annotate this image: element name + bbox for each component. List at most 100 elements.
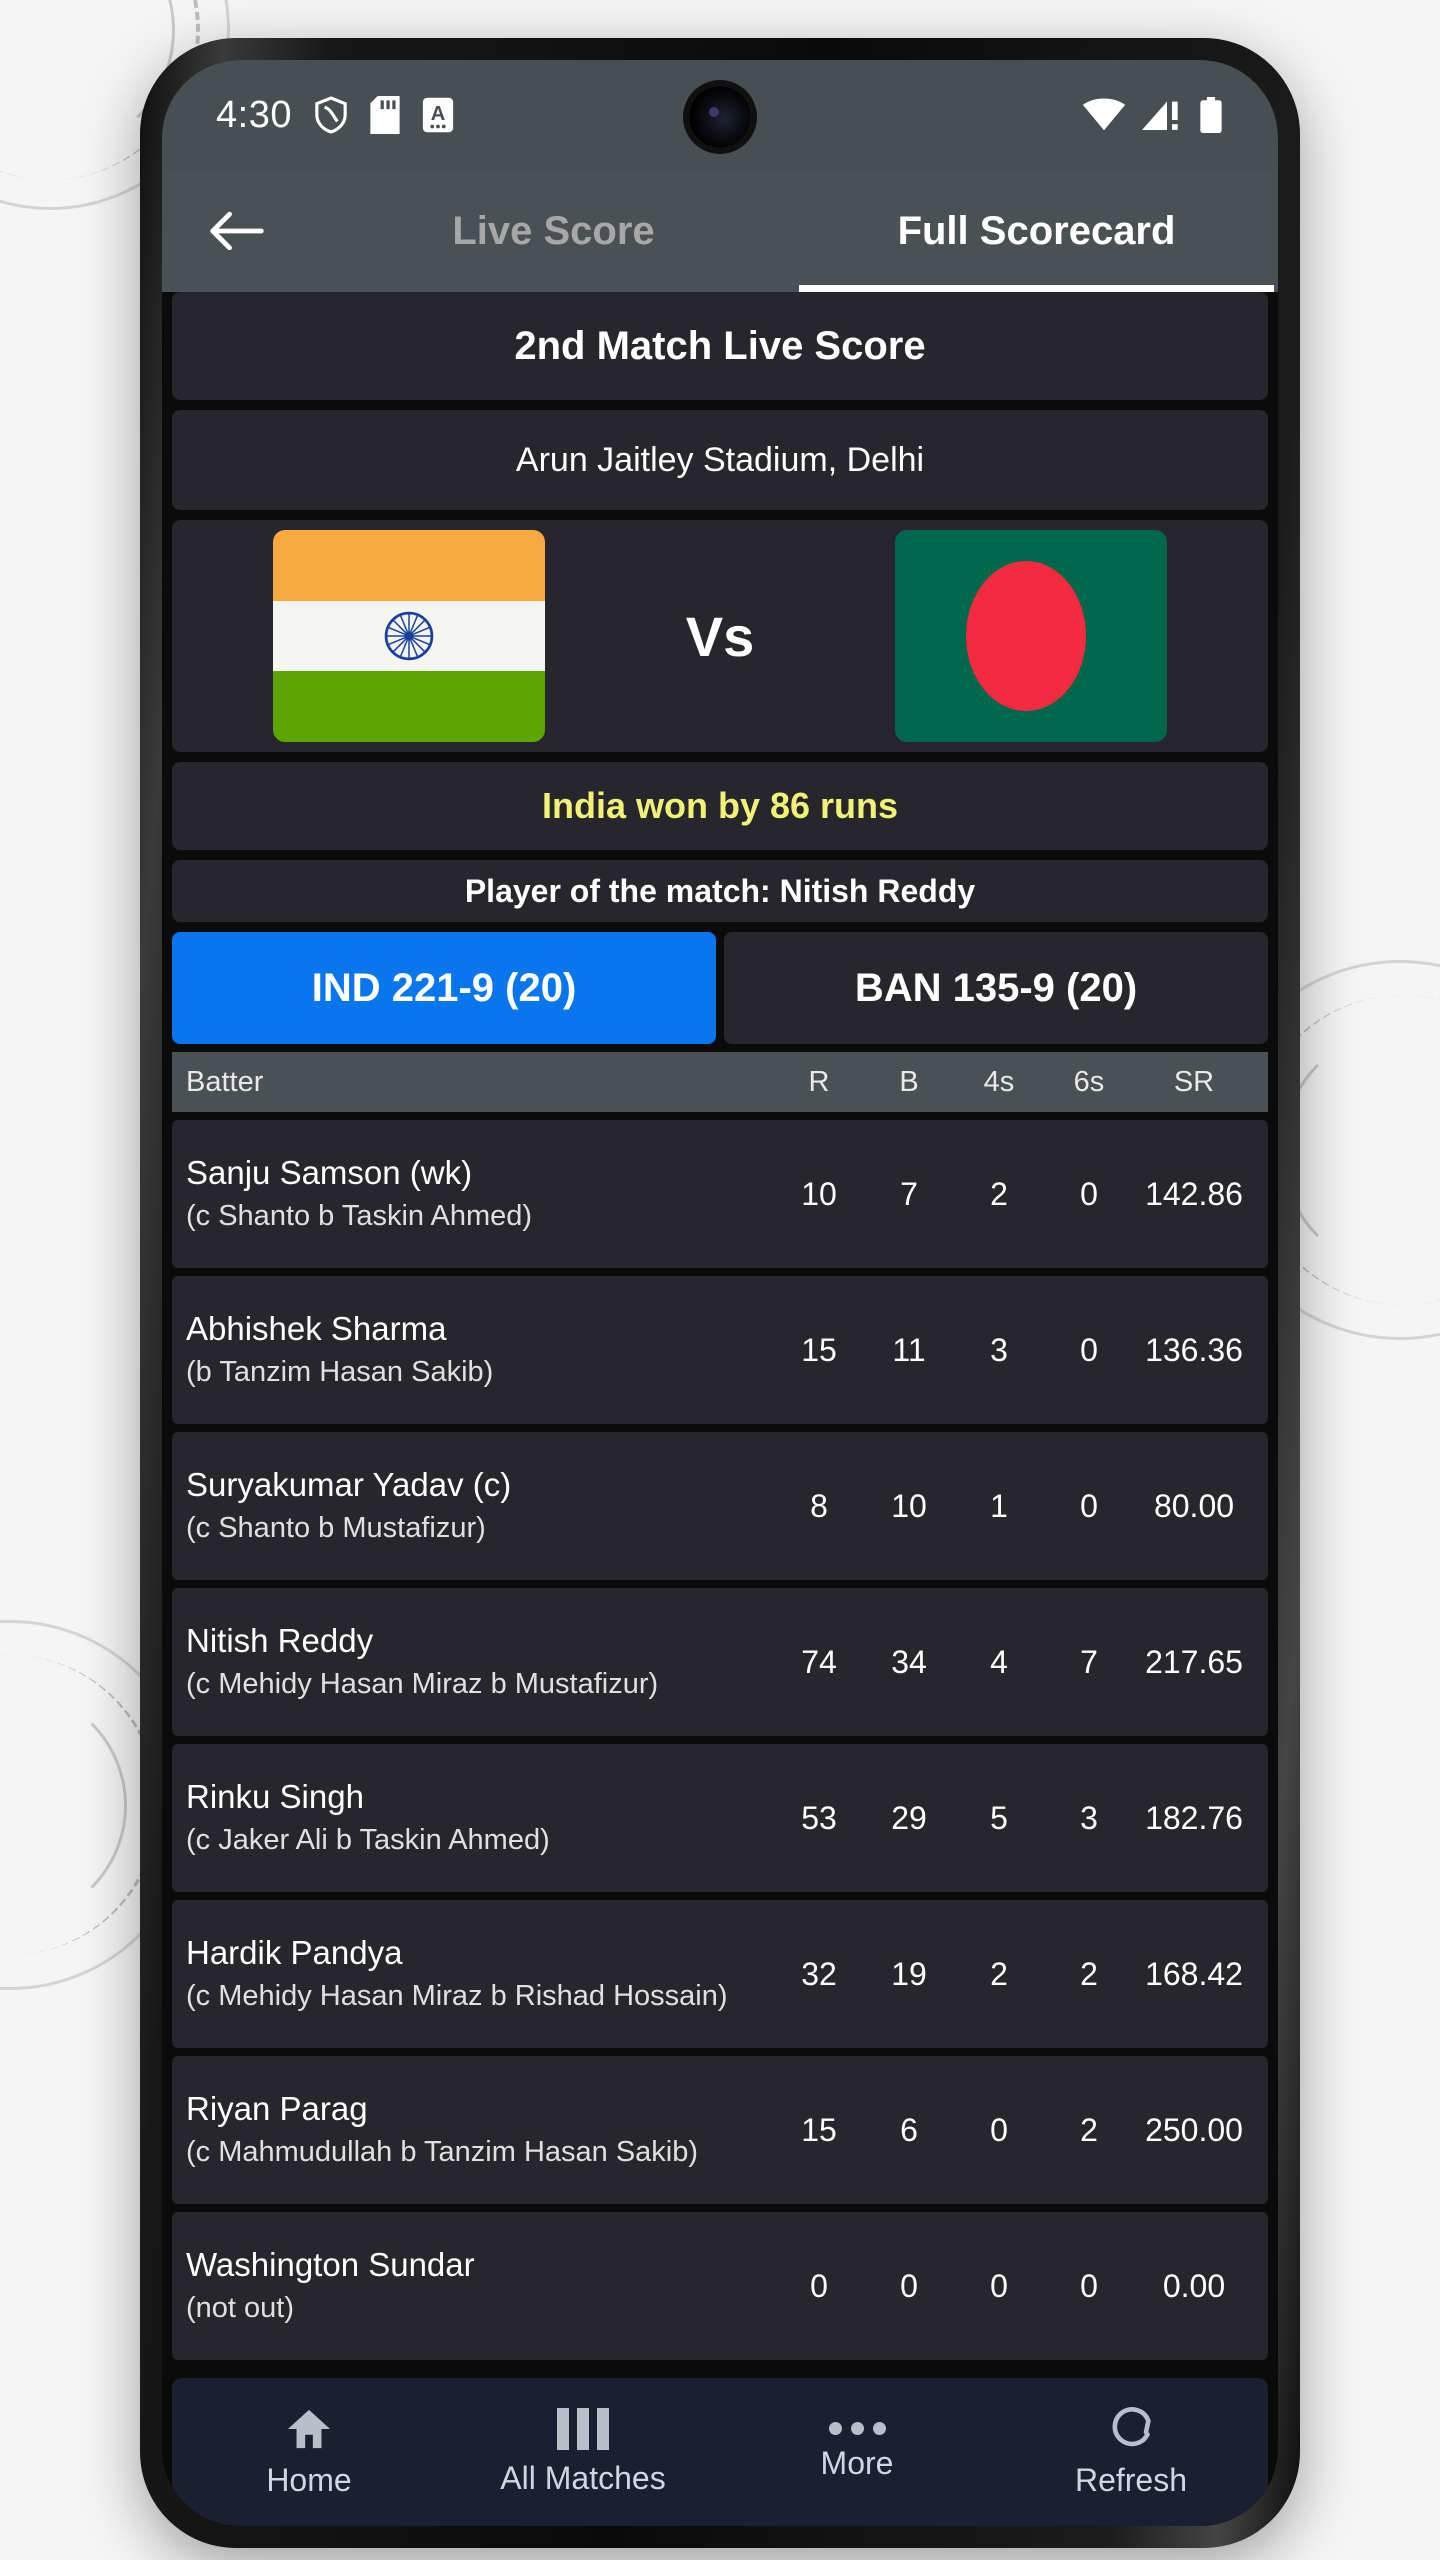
fours-cell: 2 bbox=[990, 1955, 1008, 1992]
strike-rate-cell: 217.65 bbox=[1145, 1643, 1243, 1680]
batter-name: Washington Sundar bbox=[186, 2246, 475, 2284]
sixes-cell: 0 bbox=[1080, 1487, 1098, 1524]
bangladesh-flag bbox=[895, 530, 1168, 742]
runs-cell: 10 bbox=[801, 1175, 837, 1212]
fours-cell: 1 bbox=[990, 1487, 1008, 1524]
nav-item-refresh-label: Refresh bbox=[1074, 2461, 1188, 2498]
nav-item-all-matches[interactable]: All Matches bbox=[446, 2407, 720, 2497]
batter-name: Hardik Pandya bbox=[186, 1934, 403, 1972]
table-row: Abhishek Sharma (b Tanzim Hasan Sakib) 15 1… bbox=[172, 1276, 1268, 1424]
player-of-the-match-card: Player of the match: Nitish Reddy bbox=[172, 860, 1268, 922]
match-title: 2nd Match Live Score bbox=[514, 323, 926, 368]
innings-tab-ind[interactable]: IND 221-9 (20) bbox=[172, 932, 716, 1044]
batter-name: Nitish Reddy bbox=[186, 1622, 374, 1660]
innings-tab-group: IND 221-9 (20) BAN 135-9 (20) bbox=[172, 932, 1268, 1044]
venue-card: Arun Jaitley Stadium, Delhi bbox=[172, 410, 1268, 510]
batter-dismissal: (not out) bbox=[186, 2291, 294, 2324]
batter-dismissal: (c Mehidy Hasan Miraz b Rishad Hossain) bbox=[186, 1979, 728, 2012]
match-result-text: India won by 86 runs bbox=[541, 785, 899, 826]
sixes-cell: 7 bbox=[1080, 1643, 1098, 1680]
match-title-card: 2nd Match Live Score bbox=[172, 292, 1268, 400]
columns-icon bbox=[557, 2407, 609, 2450]
ashoka-chakra-icon bbox=[384, 611, 433, 661]
sixes-cell: 0 bbox=[1080, 1175, 1098, 1212]
runs-cell: 0 bbox=[810, 2267, 828, 2304]
back-button[interactable] bbox=[162, 170, 312, 292]
table-row: Suryakumar Yadav (c) (c Shanto b Mustafiz… bbox=[172, 1432, 1268, 1580]
batter-cell: Abhishek Sharma (b Tanzim Hasan Sakib) bbox=[186, 1293, 774, 1406]
scorecard-table-body: Sanju Samson (wk) (c Shanto b Taskin Ahme… bbox=[172, 1120, 1268, 2360]
innings-tab-ban-label: BAN 135-9 (20) bbox=[854, 965, 1138, 1010]
balls-cell: 10 bbox=[891, 1487, 927, 1524]
batter-cell: Riyan Parag (c Mahmudullah b Tanzim Hasan… bbox=[186, 2073, 774, 2186]
sixes-cell: 0 bbox=[1080, 2267, 1098, 2304]
sd-card-icon bbox=[370, 96, 400, 134]
match-result-card: India won by 86 runs bbox=[172, 762, 1268, 850]
runs-cell: 32 bbox=[801, 1955, 837, 1992]
player-of-the-match-text: Player of the match: Nitish Reddy bbox=[464, 872, 976, 909]
column-header-batter: Batter bbox=[186, 1065, 264, 1098]
table-row: Sanju Samson (wk) (c Shanto b Taskin Ahme… bbox=[172, 1120, 1268, 1268]
fours-cell: 5 bbox=[990, 1799, 1008, 1836]
nav-item-more[interactable]: More bbox=[720, 2422, 994, 2482]
status-bar: 4:30 A bbox=[162, 60, 1278, 170]
batter-cell: Nitish Reddy (c Mehidy Hasan Miraz b Must… bbox=[186, 1605, 774, 1718]
sixes-cell: 2 bbox=[1080, 1955, 1098, 1992]
tab-full-scorecard[interactable]: Full Scorecard bbox=[795, 170, 1278, 292]
table-row: Riyan Parag (c Mahmudullah b Tanzim Hasan… bbox=[172, 2056, 1268, 2204]
nav-item-refresh[interactable]: Refresh bbox=[994, 2406, 1268, 2499]
column-header-runs: R bbox=[808, 1065, 830, 1098]
innings-tab-ind-label: IND 221-9 (20) bbox=[311, 965, 577, 1010]
batter-name: Suryakumar Yadav (c) bbox=[186, 1466, 512, 1504]
phone-device-frame: 4:30 A Live Score Full Scorecard 2nd Mat… bbox=[140, 38, 1300, 2548]
sixes-cell: 3 bbox=[1080, 1799, 1098, 1836]
nav-item-more-label: More bbox=[820, 2445, 894, 2481]
sixes-cell: 0 bbox=[1080, 1331, 1098, 1368]
tab-full-scorecard-label: Full Scorecard bbox=[897, 208, 1176, 253]
runs-cell: 15 bbox=[801, 2111, 837, 2148]
cellular-signal-warning-icon bbox=[1142, 101, 1178, 130]
runs-cell: 15 bbox=[801, 1331, 837, 1368]
batter-name: Sanju Samson (wk) bbox=[186, 1154, 473, 1192]
column-header-fours: 4s bbox=[983, 1065, 1015, 1098]
innings-tab-ban[interactable]: BAN 135-9 (20) bbox=[724, 932, 1268, 1044]
strike-rate-cell: 80.00 bbox=[1153, 1487, 1235, 1524]
runs-cell: 74 bbox=[801, 1643, 837, 1680]
sixes-cell: 2 bbox=[1080, 2111, 1098, 2148]
table-row: Nitish Reddy (c Mehidy Hasan Miraz b Must… bbox=[172, 1588, 1268, 1736]
refresh-icon bbox=[1112, 2406, 1151, 2446]
strike-rate-cell: 182.76 bbox=[1145, 1799, 1243, 1836]
balls-cell: 19 bbox=[891, 1955, 927, 1992]
nav-item-home-label: Home bbox=[266, 2461, 352, 2498]
column-header-balls: B bbox=[899, 1065, 919, 1098]
batter-dismissal: (b Tanzim Hasan Sakib) bbox=[186, 1355, 494, 1388]
batter-dismissal: (c Shanto b Mustafizur) bbox=[186, 1511, 486, 1544]
batter-name: Abhishek Sharma bbox=[186, 1310, 447, 1348]
shield-icon bbox=[315, 96, 347, 134]
batter-cell: Washington Sundar (not out) bbox=[186, 2229, 774, 2342]
battery-icon bbox=[1200, 97, 1222, 133]
runs-cell: 8 bbox=[810, 1487, 828, 1524]
fours-cell: 0 bbox=[990, 2267, 1008, 2304]
balls-cell: 11 bbox=[892, 1331, 926, 1368]
strike-rate-cell: 142.86 bbox=[1145, 1175, 1243, 1212]
tab-live-score[interactable]: Live Score bbox=[312, 170, 795, 292]
batter-dismissal: (c Shanto b Taskin Ahmed) bbox=[186, 1199, 533, 1232]
batter-name: Riyan Parag bbox=[186, 2090, 368, 2128]
table-row: Washington Sundar (not out) 0 0 0 0 0.00 bbox=[172, 2212, 1268, 2360]
more-dots-icon bbox=[828, 2422, 886, 2435]
front-camera bbox=[689, 86, 751, 148]
scorecard-table-header: Batter R B 4s 6s SR bbox=[172, 1052, 1268, 1112]
fours-cell: 3 bbox=[990, 1331, 1008, 1368]
scorecard-content: 2nd Match Live Score Arun Jaitley Stadiu… bbox=[162, 292, 1278, 2378]
wifi-icon bbox=[1082, 98, 1126, 131]
balls-cell: 0 bbox=[900, 2267, 918, 2304]
nav-item-home[interactable]: Home bbox=[172, 2406, 446, 2499]
fours-cell: 2 bbox=[990, 1175, 1008, 1212]
batter-cell: Sanju Samson (wk) (c Shanto b Taskin Ahme… bbox=[186, 1137, 774, 1250]
teams-card: Vs bbox=[172, 520, 1268, 752]
batter-cell: Suryakumar Yadav (c) (c Shanto b Mustafiz… bbox=[186, 1449, 774, 1562]
strike-rate-cell: 136.36 bbox=[1145, 1331, 1243, 1368]
balls-cell: 34 bbox=[891, 1643, 927, 1680]
phone-screen: 4:30 A Live Score Full Scorecard 2nd Mat… bbox=[162, 60, 1278, 2526]
